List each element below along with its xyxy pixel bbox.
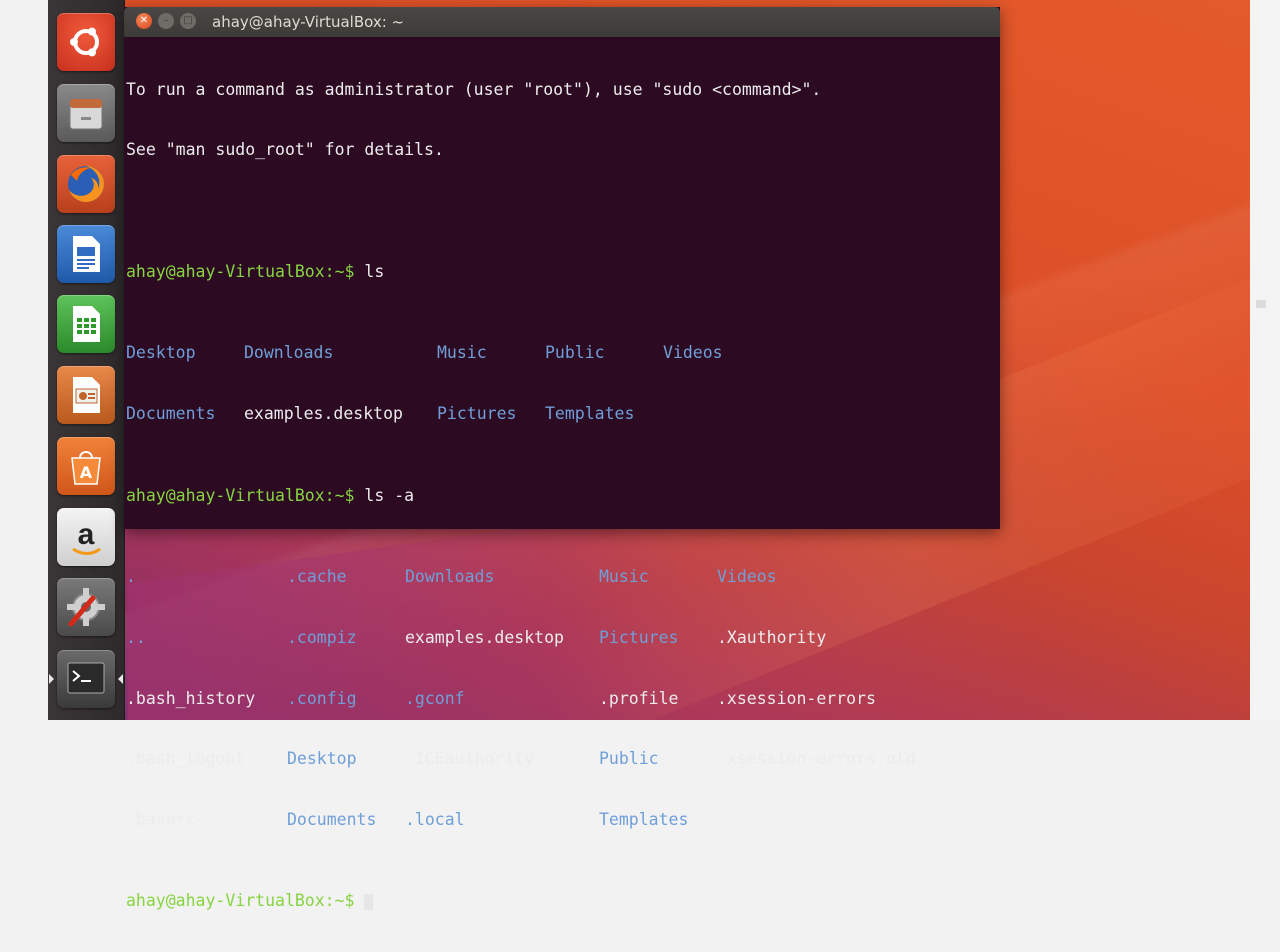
ubuntu-dash-icon xyxy=(70,27,99,57)
writer-document-icon xyxy=(73,236,100,272)
ls-output-row: Documents examples.desktop Pictures Temp… xyxy=(126,404,996,424)
ls-a-output-row: .bash_logout Desktop .ICEauthority Publi… xyxy=(126,749,996,769)
ls-entry: .xsession-errors xyxy=(717,688,876,708)
ls-entry: Templates xyxy=(599,810,689,830)
ls-entry: .ICEauthority xyxy=(405,749,535,769)
ls-entry: examples.desktop xyxy=(405,627,564,647)
motd-text: See "man sudo_root" for details. xyxy=(126,140,444,160)
command-line: ahay@ahay-VirtualBox:~$ xyxy=(126,891,996,911)
firefox-icon xyxy=(68,166,104,202)
software-bag-icon: A xyxy=(71,451,101,485)
ls-entry: . xyxy=(126,566,136,586)
terminal-window[interactable]: ✕ – □ ahay@ahay-VirtualBox: ~ To run a c… xyxy=(124,7,1000,911)
screen-right-edge xyxy=(1250,0,1280,720)
minimize-button[interactable]: – xyxy=(158,13,174,29)
amazon-icon: a xyxy=(72,518,101,555)
ls-entry: examples.desktop xyxy=(244,404,403,424)
svg-text:a: a xyxy=(78,518,95,551)
ls-output-row: Desktop Downloads Music Public Videos xyxy=(126,343,996,363)
close-icon: ✕ xyxy=(139,15,149,26)
svg-text:A: A xyxy=(80,463,93,482)
command-text: ls xyxy=(354,262,385,282)
ls-a-output-row: .bash_history .config .gconf .profile .x… xyxy=(126,689,996,709)
minimize-icon: – xyxy=(163,15,169,26)
launcher-item-settings[interactable] xyxy=(57,578,115,636)
calc-spreadsheet-icon xyxy=(73,306,100,342)
terminal-icon xyxy=(67,662,105,694)
ls-entry: .gconf xyxy=(405,688,465,708)
motd-line: To run a command as administrator (user … xyxy=(126,80,996,100)
unity-launcher: A a xyxy=(48,0,125,720)
window-title: ahay@ahay-VirtualBox: ~ xyxy=(212,13,405,31)
ls-entry: Pictures xyxy=(437,404,517,424)
shell-prompt: ahay@ahay-VirtualBox:~$ xyxy=(126,262,355,282)
ls-a-output-row: .bashrc Documents .local Templates xyxy=(126,810,996,830)
ls-entry: Templates xyxy=(545,404,635,424)
ls-entry: .bash_history xyxy=(126,688,256,708)
maximize-icon: □ xyxy=(183,15,193,26)
close-button[interactable]: ✕ xyxy=(136,13,152,29)
ls-entry: Music xyxy=(437,343,487,363)
launcher-item-writer[interactable] xyxy=(57,225,115,283)
files-cabinet-icon xyxy=(69,98,103,130)
ls-entry: .Xauthority xyxy=(717,627,827,647)
command-text: ls -a xyxy=(354,485,415,505)
ls-entry: .profile xyxy=(599,688,679,708)
launcher-item-software[interactable]: A xyxy=(57,437,115,495)
ls-entry: Music xyxy=(599,566,649,586)
shell-prompt: ahay@ahay-VirtualBox:~$ xyxy=(126,485,355,505)
ls-entry: Videos xyxy=(717,566,777,586)
maximize-button[interactable]: □ xyxy=(180,13,196,29)
launcher-item-amazon[interactable]: a xyxy=(57,508,115,566)
launcher-item-impress[interactable] xyxy=(57,366,115,424)
window-titlebar[interactable]: ✕ – □ ahay@ahay-VirtualBox: ~ xyxy=(124,7,1000,37)
scroll-marker xyxy=(1256,300,1266,308)
ls-entry: .cache xyxy=(287,566,347,586)
launcher-item-terminal[interactable] xyxy=(57,650,115,708)
ls-entry: Documents xyxy=(287,810,377,830)
ls-entry: Public xyxy=(599,749,659,769)
terminal-output[interactable]: To run a command as administrator (user … xyxy=(126,39,996,911)
ls-a-output-row: . .cache Downloads Music Videos xyxy=(126,567,996,587)
ls-entry: Downloads xyxy=(405,566,495,586)
text-cursor xyxy=(364,893,374,910)
launcher-item-dash[interactable] xyxy=(57,13,115,71)
ls-a-output-row: .. .compiz examples.desktop Pictures .Xa… xyxy=(126,628,996,648)
launcher-item-calc[interactable] xyxy=(57,295,115,353)
ls-entry: Documents xyxy=(126,404,216,424)
ls-entry: Desktop xyxy=(287,749,357,769)
ls-entry: .xsession-errors.old xyxy=(717,749,916,769)
ls-entry: Videos xyxy=(663,343,723,363)
ls-entry: Pictures xyxy=(599,627,679,647)
launcher-item-files[interactable] xyxy=(57,84,115,142)
ls-entry: Downloads xyxy=(244,343,334,363)
motd-line: See "man sudo_root" for details. xyxy=(126,140,996,160)
impress-presentation-icon xyxy=(73,377,100,413)
ls-entry: .bash_logout xyxy=(126,749,246,769)
command-line: ahay@ahay-VirtualBox:~$ ls -a xyxy=(126,486,996,506)
shell-prompt: ahay@ahay-VirtualBox:~$ xyxy=(126,891,355,911)
running-indicator xyxy=(49,674,54,684)
ls-entry: Desktop xyxy=(126,343,196,363)
ls-entry: Public xyxy=(545,343,605,363)
ls-entry: .. xyxy=(126,627,146,647)
motd-text: To run a command as administrator (user … xyxy=(126,79,822,99)
ls-entry: .bashrc xyxy=(126,810,196,830)
command-line: ahay@ahay-VirtualBox:~$ ls xyxy=(126,262,996,282)
ls-entry: .local xyxy=(405,810,465,830)
ls-entry: .config xyxy=(287,688,357,708)
ls-entry: .compiz xyxy=(287,627,357,647)
focused-indicator xyxy=(118,674,123,684)
launcher-item-firefox[interactable] xyxy=(57,155,115,213)
settings-gear-icon xyxy=(67,588,105,627)
